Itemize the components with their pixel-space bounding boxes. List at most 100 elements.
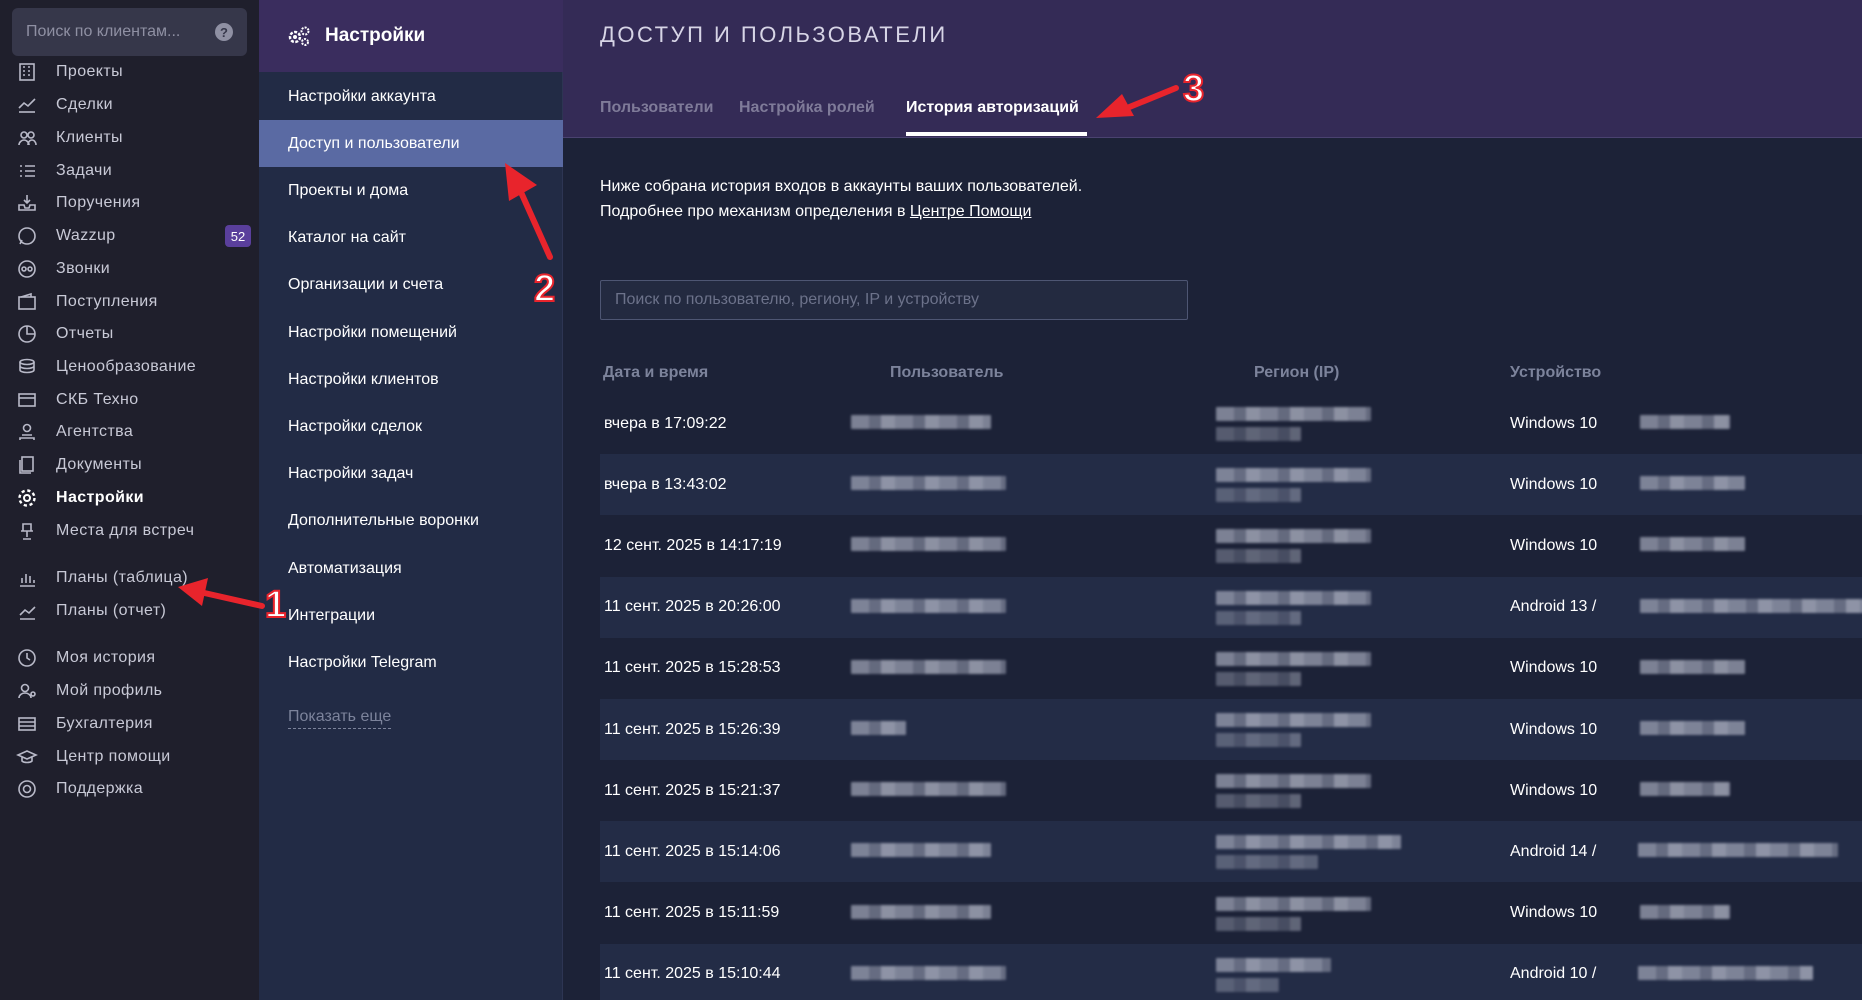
table-row: 11 сент. 2025 в 20:26:00 Android 13 / — [600, 576, 1862, 638]
annotation-number-1: 1 — [264, 583, 287, 627]
settings-header: Настройки — [259, 0, 563, 72]
coins-icon — [16, 356, 38, 378]
show-more-link[interactable]: Показать еще — [288, 708, 392, 729]
redacted-region — [1216, 407, 1371, 421]
nav-item-2[interactable]: Клиенты — [0, 121, 259, 155]
help-center-link[interactable]: Центре Помощи — [910, 203, 1032, 220]
nav-item-5[interactable]: Wazzup 52 — [0, 219, 259, 253]
settings-item-10[interactable]: Автоматизация — [259, 545, 563, 592]
nav-item-label: Задачи — [56, 162, 113, 179]
nav-item-label: Агентства — [56, 423, 134, 440]
settings-item-1[interactable]: Доступ и пользователи — [259, 120, 563, 168]
nav-item-8[interactable]: Отчеты — [0, 317, 259, 351]
client-search-input[interactable]: Поиск по клиентам... — [26, 23, 215, 41]
nav-item-19[interactable]: Бухгалтерия — [0, 707, 259, 741]
redacted-ip — [1216, 977, 1279, 992]
redacted-region — [1216, 651, 1371, 666]
settings-item-8[interactable]: Настройки задач — [259, 451, 563, 498]
graduation-icon — [16, 746, 38, 768]
table-row: 12 сент. 2025 в 14:17:19 Windows 10 — [600, 515, 1862, 576]
settings-item-5[interactable]: Настройки помещений — [259, 309, 563, 356]
tab-roles[interactable]: Настройка ролей — [739, 99, 875, 117]
settings-item-4[interactable]: Организации и счета — [259, 262, 563, 309]
tab-auth-history[interactable]: История авторизаций — [906, 99, 1079, 117]
settings-title: Настройки — [325, 25, 426, 46]
nav-item-6[interactable]: Звонки — [0, 252, 259, 286]
redacted-user — [851, 843, 991, 858]
nav-item-15[interactable]: Планы (таблица) — [0, 561, 259, 595]
settings-item-7[interactable]: Настройки сделок — [259, 403, 563, 450]
description-line-1: Ниже собрана история входов в аккаунты в… — [600, 178, 1083, 195]
settings-item-3[interactable]: Каталог на сайт — [259, 215, 563, 262]
nav-item-7[interactable]: Поступления — [0, 285, 259, 319]
nav-item-18[interactable]: Мой профиль — [0, 674, 259, 708]
nav-item-label: Планы (отчет) — [56, 602, 167, 619]
redacted-region — [1216, 957, 1331, 972]
nav-item-3[interactable]: Задачи — [0, 154, 259, 188]
redacted-device-detail — [1640, 782, 1730, 797]
client-search[interactable]: Поиск по клиентам... ? — [12, 8, 247, 56]
nav-item-14[interactable]: Места для встреч — [0, 514, 259, 548]
redacted-user — [851, 782, 1006, 797]
help-icon[interactable]: ? — [215, 23, 233, 41]
redacted-region — [1216, 835, 1401, 850]
nav-item-label: Документы — [56, 456, 143, 473]
settings-panel: Настройки Настройки аккаунта Доступ и пол… — [259, 0, 563, 1000]
settings-item-6[interactable]: Настройки клиентов — [259, 356, 563, 403]
nav-item-label: Клиенты — [56, 129, 123, 146]
nav-item-16[interactable]: Планы (отчет) — [0, 594, 259, 628]
building-icon — [16, 61, 38, 83]
nav-item-13[interactable]: Настройки — [0, 481, 259, 515]
col-header-device[interactable]: Устройство — [1510, 364, 1601, 382]
meeting-icon — [16, 520, 38, 542]
tab-users[interactable]: Пользователи — [600, 99, 713, 117]
nav-item-label: Центр помощи — [56, 748, 171, 765]
main-content: ДОСТУП И ПОЛЬЗОВАТЕЛИ Пользователи Настр… — [563, 0, 1862, 1000]
nav-item-10[interactable]: СКБ Техно — [0, 383, 259, 417]
row-device: Android 14 / — [1510, 842, 1597, 860]
nav-item-17[interactable]: Моя история — [0, 641, 259, 675]
redacted-user — [851, 598, 1006, 613]
nav-item-1[interactable]: Сделки — [0, 88, 259, 122]
redacted-ip — [1216, 733, 1301, 747]
nav-item-12[interactable]: Документы — [0, 448, 259, 482]
nav-item-0[interactable]: Проекты — [0, 55, 259, 89]
nav-item-label: СКБ Техно — [56, 391, 139, 408]
nav-item-label: Отчеты — [56, 325, 114, 342]
col-header-datetime[interactable]: Дата и время — [603, 364, 708, 382]
history-search-input[interactable] — [600, 280, 1188, 320]
pie-chart-icon — [16, 323, 38, 345]
nav-item-4[interactable]: Поручения — [0, 186, 259, 220]
nav-item-label: Ценообразование — [56, 358, 197, 375]
redacted-device-detail — [1640, 721, 1745, 735]
settings-item-0[interactable]: Настройки аккаунта — [259, 73, 563, 120]
redacted-region — [1216, 529, 1371, 544]
nav-item-label: Поручения — [56, 194, 141, 211]
settings-item-11[interactable]: Интеграции — [259, 592, 563, 639]
settings-item-12[interactable]: Настройки Telegram — [259, 639, 563, 686]
row-device: Windows 10 — [1510, 781, 1598, 799]
row-datetime: 11 сент. 2025 в 15:26:39 — [604, 720, 781, 738]
row-datetime: вчера в 17:09:22 — [604, 414, 727, 432]
annotation-number-3: 3 — [1182, 67, 1205, 111]
redacted-region — [1216, 774, 1371, 789]
documents-icon — [16, 454, 38, 476]
redacted-ip — [1216, 549, 1301, 564]
settings-item-9[interactable]: Дополнительные воронки — [259, 498, 563, 545]
nav-item-label: Настройки — [56, 489, 145, 506]
nav-item-label: Сделки — [56, 96, 113, 113]
nav-item-21[interactable]: Поддержка — [0, 772, 259, 806]
col-header-user[interactable]: Пользователь — [890, 364, 1003, 382]
redacted-ip — [1216, 794, 1301, 809]
redacted-ip — [1216, 855, 1318, 870]
row-datetime: 12 сент. 2025 в 14:17:19 — [604, 536, 782, 554]
redacted-user — [851, 537, 1006, 552]
wallet-icon — [16, 291, 38, 313]
settings-item-2[interactable]: Проекты и дома — [259, 167, 563, 214]
redacted-device-detail — [1640, 415, 1730, 429]
nav-item-20[interactable]: Центр помощи — [0, 740, 259, 774]
nav-item-9[interactable]: Ценообразование — [0, 350, 259, 384]
row-device: Windows 10 — [1510, 536, 1598, 554]
nav-item-11[interactable]: Агентства — [0, 415, 259, 449]
col-header-region[interactable]: Регион (IP) — [1254, 364, 1339, 382]
